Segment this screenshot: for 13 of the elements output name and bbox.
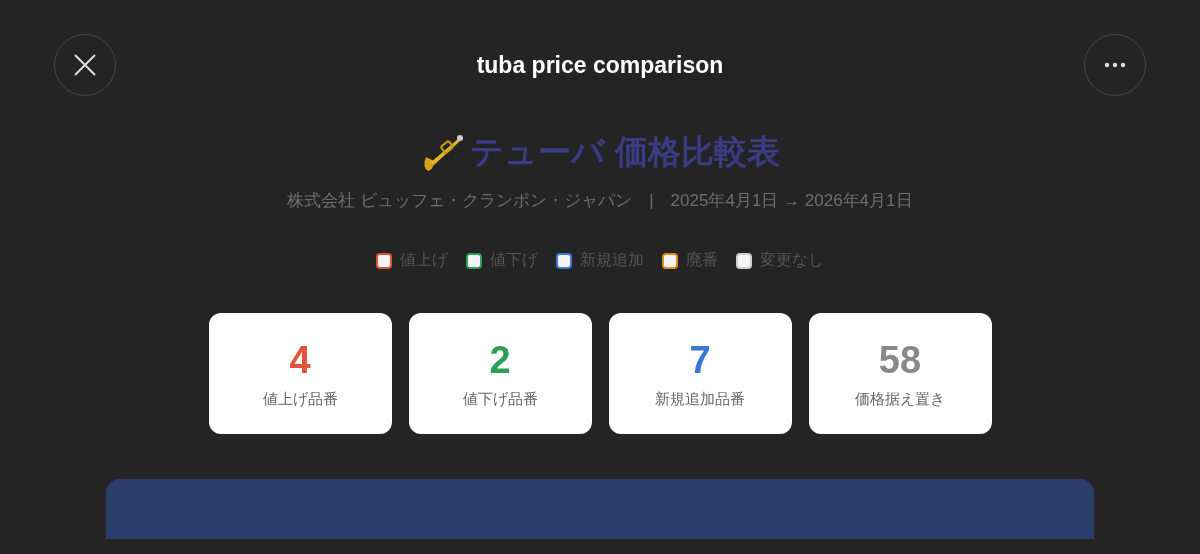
subtitle: 株式会社 ビュッフェ・クランポン・ジャパン | 2025年4月1日 → 2026年4月1日 xyxy=(287,190,913,212)
page-title: テューバ 価格比較表 xyxy=(470,132,780,172)
stat-value: 7 xyxy=(689,338,711,382)
stat-label: 新規追加品番 xyxy=(655,389,745,409)
window-title: tuba price comparison xyxy=(476,51,724,79)
stat-value: 58 xyxy=(878,338,922,382)
close-icon xyxy=(73,53,97,77)
stat-value: 4 xyxy=(289,338,311,382)
stat-label: 値上げ品番 xyxy=(262,389,338,409)
stat-label: 価格据え置き xyxy=(855,389,945,409)
stat-label: 値下げ品番 xyxy=(462,389,538,409)
more-icon xyxy=(1104,62,1126,68)
stat-value: 2 xyxy=(489,338,511,382)
